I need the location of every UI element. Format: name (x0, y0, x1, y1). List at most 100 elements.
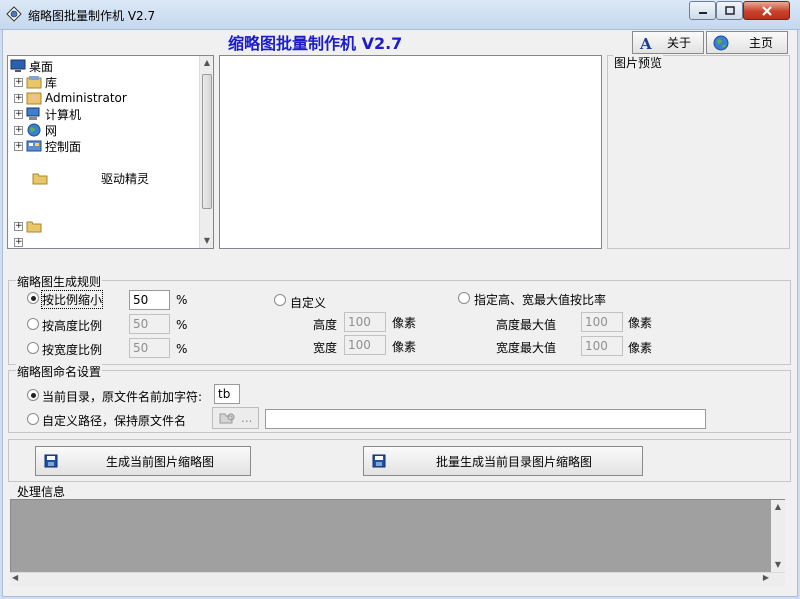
about-button[interactable]: A 关于 (632, 31, 704, 54)
tree-item-label: 计算机 (45, 107, 82, 122)
tree-scrollbar[interactable]: ▲ ▼ (199, 56, 213, 248)
close-icon (761, 5, 772, 16)
max-height-label: 高度最大值 (496, 318, 557, 332)
expand-icon[interactable]: + (14, 125, 23, 135)
tree-item-computer[interactable]: + 计算机 (14, 106, 81, 122)
tree-item-label: 库 (45, 75, 58, 90)
radio-max[interactable] (458, 292, 470, 304)
tree-item-driver[interactable]: 驱动精灵 (32, 170, 149, 186)
file-list[interactable] (219, 55, 602, 249)
width-ratio-input[interactable]: 50 (129, 338, 170, 358)
by-width-label[interactable]: 按宽度比例 (42, 341, 102, 358)
expand-icon[interactable]: + (14, 221, 23, 231)
close-button[interactable] (743, 1, 790, 20)
folder-icon (32, 173, 48, 185)
about-label: 关于 (667, 36, 692, 50)
tree-item-label: 网 (45, 123, 58, 138)
scroll-left-icon[interactable]: ◀ (12, 573, 18, 582)
home-label: 主页 (749, 36, 774, 50)
folder-tree[interactable]: 桌面 + 库 + Administrator + 计算机 + 网 + 控制面 驱… (7, 55, 214, 249)
max-height-input[interactable]: 100 (581, 312, 623, 332)
save-icon (372, 454, 386, 468)
radio-custom[interactable] (274, 294, 286, 306)
current-dir-label[interactable]: 当前目录，原文件名前加字符: (42, 388, 202, 405)
width-input[interactable]: 100 (344, 335, 386, 355)
tree-item-library[interactable]: + 库 (14, 74, 57, 90)
tree-item-label: 驱动精灵 (101, 171, 150, 186)
batch-generate-label: 批量生成当前目录图片缩略图 (436, 454, 593, 469)
preview-panel: 图片预览 (607, 54, 790, 249)
globe-icon (713, 35, 729, 50)
scroll-down-icon[interactable]: ▼ (200, 234, 213, 248)
tree-item-desktop[interactable]: 桌面 (10, 58, 53, 74)
browse-label: ... (241, 411, 253, 425)
desktop-icon (10, 59, 26, 72)
pixel-unit: 像素 (628, 341, 653, 355)
by-height-label[interactable]: 按高度比例 (42, 317, 102, 334)
tree-item-folder-a[interactable]: + (14, 218, 45, 234)
network-icon (27, 123, 41, 137)
user-icon (26, 92, 42, 105)
app-header-title: 缩略图批量制作机 V2.7 (228, 34, 403, 53)
scroll-down-icon[interactable]: ▼ (771, 558, 785, 572)
pixel-unit: 像素 (628, 316, 653, 330)
expand-icon[interactable]: + (14, 93, 23, 103)
expand-icon[interactable]: + (14, 237, 23, 247)
home-button[interactable]: 主页 (706, 31, 788, 54)
pixel-unit: 像素 (392, 340, 417, 354)
scroll-up-icon[interactable]: ▲ (200, 56, 213, 70)
computer-icon (26, 107, 40, 120)
tree-item-label: 控制面 (45, 139, 82, 154)
generate-current-button[interactable]: 生成当前图片缩略图 (35, 446, 251, 476)
folder-icon (26, 221, 42, 233)
font-a-icon: A (639, 35, 652, 51)
height-input[interactable]: 100 (344, 312, 386, 332)
tree-content: 桌面 + 库 + Administrator + 计算机 + 网 + 控制面 驱… (8, 56, 201, 248)
app-icon (6, 6, 22, 22)
rules-group-label: 缩略图生成规则 (16, 273, 103, 290)
prefix-input[interactable]: tb (214, 384, 240, 404)
save-icon (44, 454, 58, 468)
ratio-input[interactable]: 50 (129, 290, 170, 310)
tree-item-label: Administrator (45, 91, 127, 105)
tree-item-user[interactable]: + Administrator (14, 90, 127, 106)
height-ratio-input[interactable]: 50 (129, 314, 170, 334)
maximize-icon (724, 5, 735, 15)
max-label[interactable]: 指定高、宽最大值按比率 (474, 291, 606, 308)
radio-by-height[interactable] (27, 318, 39, 330)
tree-item-network[interactable]: + 网 (14, 122, 57, 138)
expand-icon[interactable]: + (14, 109, 23, 119)
log-vertical-scrollbar[interactable]: ▲ ▼ (771, 500, 785, 572)
generate-current-label: 生成当前图片缩略图 (106, 454, 215, 469)
expand-icon[interactable]: + (14, 77, 23, 87)
percent-label: % (176, 293, 188, 307)
tree-item-label: 桌面 (29, 59, 54, 74)
path-input[interactable] (265, 409, 706, 429)
percent-label: % (176, 318, 188, 332)
radio-by-ratio[interactable] (27, 292, 39, 304)
window-title: 缩略图批量制作机 V2.7 (28, 9, 156, 23)
tree-item-folder-b[interactable]: + (14, 234, 26, 248)
log-horizontal-scrollbar[interactable]: ◀ ▶ (10, 572, 785, 586)
by-ratio-label[interactable]: 按比例缩小 (40, 290, 104, 309)
minimize-icon (698, 11, 707, 14)
max-width-input[interactable]: 100 (581, 336, 623, 356)
scroll-up-icon[interactable]: ▲ (771, 500, 785, 514)
radio-by-width[interactable] (27, 342, 39, 354)
browse-button[interactable]: ... (212, 407, 259, 429)
naming-group-label: 缩略图命名设置 (16, 363, 103, 380)
radio-current-dir[interactable] (27, 389, 39, 401)
maximize-button[interactable] (716, 1, 743, 20)
minimize-button[interactable] (689, 1, 716, 20)
scroll-thumb[interactable] (202, 74, 212, 209)
title-bar[interactable]: 缩略图批量制作机 V2.7 (0, 0, 800, 30)
custom-label[interactable]: 自定义 (290, 294, 326, 311)
folder-search-icon (219, 413, 235, 424)
expand-icon[interactable]: + (14, 141, 23, 151)
batch-generate-button[interactable]: 批量生成当前目录图片缩略图 (363, 446, 643, 476)
tree-item-control-panel[interactable]: + 控制面 (14, 138, 81, 154)
radio-custom-path[interactable] (27, 413, 39, 425)
scroll-right-icon[interactable]: ▶ (763, 573, 769, 582)
custom-path-label[interactable]: 自定义路径，保持原文件名 (42, 412, 186, 429)
height-label: 高度 (313, 318, 338, 332)
